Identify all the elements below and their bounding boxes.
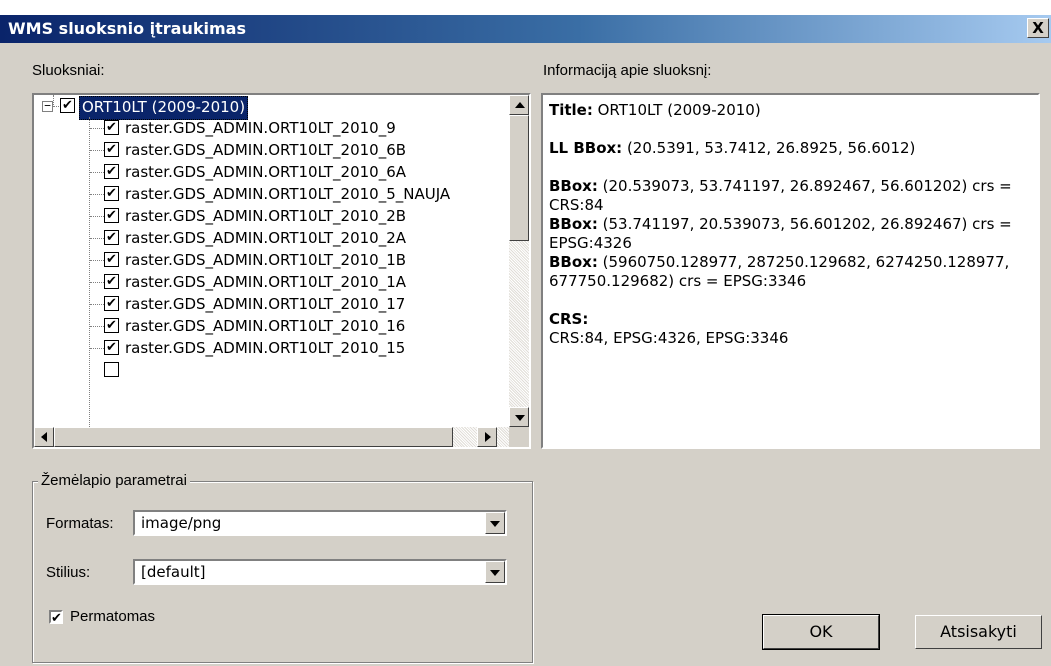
layer-checkbox[interactable]: ✔ (104, 164, 119, 179)
tree-line (90, 238, 104, 239)
style-label: Stilius: (46, 564, 91, 581)
format-value: image/png (141, 514, 222, 532)
layer-item-label[interactable]: raster.GDS_ADMIN.ORT10LT_2010_16 (125, 317, 405, 339)
scroll-corner (509, 427, 529, 447)
arrow-right-icon (485, 432, 491, 442)
layer-item-label[interactable]: raster.GDS_ADMIN.ORT10LT_2010_1A (125, 273, 406, 295)
tree-line (90, 326, 104, 327)
close-button[interactable]: X (1027, 18, 1049, 38)
tree-line (90, 216, 104, 217)
arrow-down-icon (515, 415, 525, 421)
window-title: WMS sluoksnio įtraukimas (8, 19, 246, 38)
info-bbox3-value: (5960750.128977, 287250.129682, 6274250.… (549, 253, 1010, 290)
tree-line (90, 348, 104, 349)
layer-checkbox[interactable] (104, 362, 119, 377)
scroll-thumb[interactable] (509, 115, 529, 241)
layer-item-label[interactable]: raster.GDS_ADMIN.ORT10LT_2010_9 (125, 119, 396, 141)
ok-button[interactable]: OK (762, 614, 880, 650)
layer-item-label[interactable]: raster.GDS_ADMIN.ORT10LT_2010_15 (125, 339, 405, 361)
layer-tree-content: − ✔ ORT10LT (2009-2010) ✔ raster.GDS_ADMI… (34, 95, 509, 427)
info-bbox1-key: BBox: (549, 177, 598, 195)
info-title-line: Title: ORT10LT (2009-2010) (549, 101, 1032, 120)
cancel-button[interactable]: Atsisakyti (915, 615, 1042, 649)
info-bbox3-key: BBox: (549, 253, 598, 271)
info-crs-value: CRS:84, EPSG:4326, EPSG:3346 (549, 329, 789, 347)
map-parameters-title: Žemėlapio parametrai (38, 472, 190, 489)
title-bar: WMS sluoksnio įtraukimas X (0, 15, 1051, 43)
tree-line (89, 117, 90, 427)
root-layer-label[interactable]: ORT10LT (2009-2010) (79, 96, 249, 120)
info-bbox2-value: (53.741197, 20.539073, 56.601202, 26.892… (549, 215, 1012, 252)
layer-checkbox[interactable]: ✔ (104, 142, 119, 157)
layer-item-label[interactable]: raster.GDS_ADMIN.ORT10LT_2010_1B (125, 251, 406, 273)
vertical-scrollbar[interactable] (509, 95, 529, 427)
layer-item-label[interactable]: raster.GDS_ADMIN.ORT10LT_2010_6B (125, 141, 406, 163)
info-crs-key: CRS: (549, 310, 589, 328)
layer-checkbox[interactable]: ✔ (104, 230, 119, 245)
info-label: Informaciją apie sluoksnį: (543, 62, 712, 79)
info-bbox1-line: BBox: (20.539073, 53.741197, 26.892467, … (549, 177, 1032, 215)
info-crs-heading: CRS: (549, 310, 1032, 329)
scroll-left-button[interactable] (34, 427, 54, 447)
info-bbox1-value: (20.539073, 53.741197, 26.892467, 56.601… (549, 177, 1012, 214)
info-bbox3-line: BBox: (5960750.128977, 287250.129682, 62… (549, 253, 1032, 291)
info-llbbox-key: LL BBox: (549, 139, 623, 157)
layer-checkbox[interactable]: ✔ (104, 274, 119, 289)
tree-line (53, 95, 54, 105)
layer-checkbox[interactable]: ✔ (104, 120, 119, 135)
layer-item-label[interactable]: raster.GDS_ADMIN.ORT10LT_2010_6A (125, 163, 406, 185)
layer-checkbox[interactable]: ✔ (104, 340, 119, 355)
layer-checkbox[interactable]: ✔ (104, 318, 119, 333)
format-select[interactable]: image/png (133, 510, 507, 536)
style-value: [default] (141, 563, 206, 581)
scroll-down-button[interactable] (509, 407, 529, 427)
layer-checkbox[interactable]: ✔ (104, 296, 119, 311)
info-llbbox-line: LL BBox: (20.5391, 53.7412, 26.8925, 56.… (549, 139, 1032, 158)
transparent-label[interactable]: Permatomas (70, 608, 155, 625)
arrow-up-icon (515, 102, 525, 108)
tree-line (90, 260, 104, 261)
layer-checkbox[interactable]: ✔ (104, 186, 119, 201)
info-title-key: Title: (549, 101, 593, 119)
tree-line (90, 150, 104, 151)
tree-line (90, 172, 104, 173)
layer-item-label[interactable]: raster.GDS_ADMIN.ORT10LT_2010_2B (125, 207, 406, 229)
dialog-body: Sluoksniai: Informaciją apie sluoksnį: −… (0, 43, 1051, 666)
chevron-down-icon (490, 521, 500, 527)
chevron-down-icon (490, 570, 500, 576)
layer-item-label[interactable]: raster.GDS_ADMIN.ORT10LT_2010_17 (125, 295, 405, 317)
tree-line (90, 128, 104, 129)
layers-label: Sluoksniai: (32, 62, 105, 79)
hscroll-thumb[interactable] (54, 427, 453, 447)
info-llbbox-value: (20.5391, 53.7412, 26.8925, 56.6012) (622, 139, 916, 157)
layer-item-label[interactable]: raster.GDS_ADMIN.ORT10LT_2010_2A (125, 229, 406, 251)
scroll-right-button[interactable] (477, 427, 497, 447)
format-dropdown-button[interactable] (485, 512, 505, 534)
layer-info-panel: Title: ORT10LT (2009-2010) LL BBox: (20.… (541, 93, 1040, 449)
scroll-up-button[interactable] (509, 95, 529, 115)
layer-item-label[interactable]: raster.GDS_ADMIN.ORT10LT_2010_5_NAUJA (125, 185, 450, 207)
transparent-checkbox[interactable]: ✔ (49, 610, 63, 625)
info-bbox2-line: BBox: (53.741197, 20.539073, 56.601202, … (549, 215, 1032, 253)
layer-checkbox[interactable]: ✔ (104, 252, 119, 267)
horizontal-scrollbar[interactable] (34, 427, 509, 447)
tree-line (90, 194, 104, 195)
layer-checkbox[interactable]: ✔ (104, 208, 119, 223)
style-select[interactable]: [default] (133, 559, 507, 585)
root-checkbox[interactable]: ✔ (60, 98, 75, 113)
layer-tree[interactable]: − ✔ ORT10LT (2009-2010) ✔ raster.GDS_ADMI… (32, 93, 531, 449)
arrow-left-icon (41, 432, 47, 442)
style-dropdown-button[interactable] (485, 561, 505, 583)
tree-line (53, 106, 59, 107)
tree-line (90, 304, 104, 305)
collapse-icon[interactable]: − (42, 100, 53, 112)
info-bbox2-key: BBox: (549, 215, 598, 233)
info-title-value: ORT10LT (2009-2010) (592, 101, 761, 119)
tree-line (90, 282, 104, 283)
format-label: Formatas: (46, 515, 114, 532)
